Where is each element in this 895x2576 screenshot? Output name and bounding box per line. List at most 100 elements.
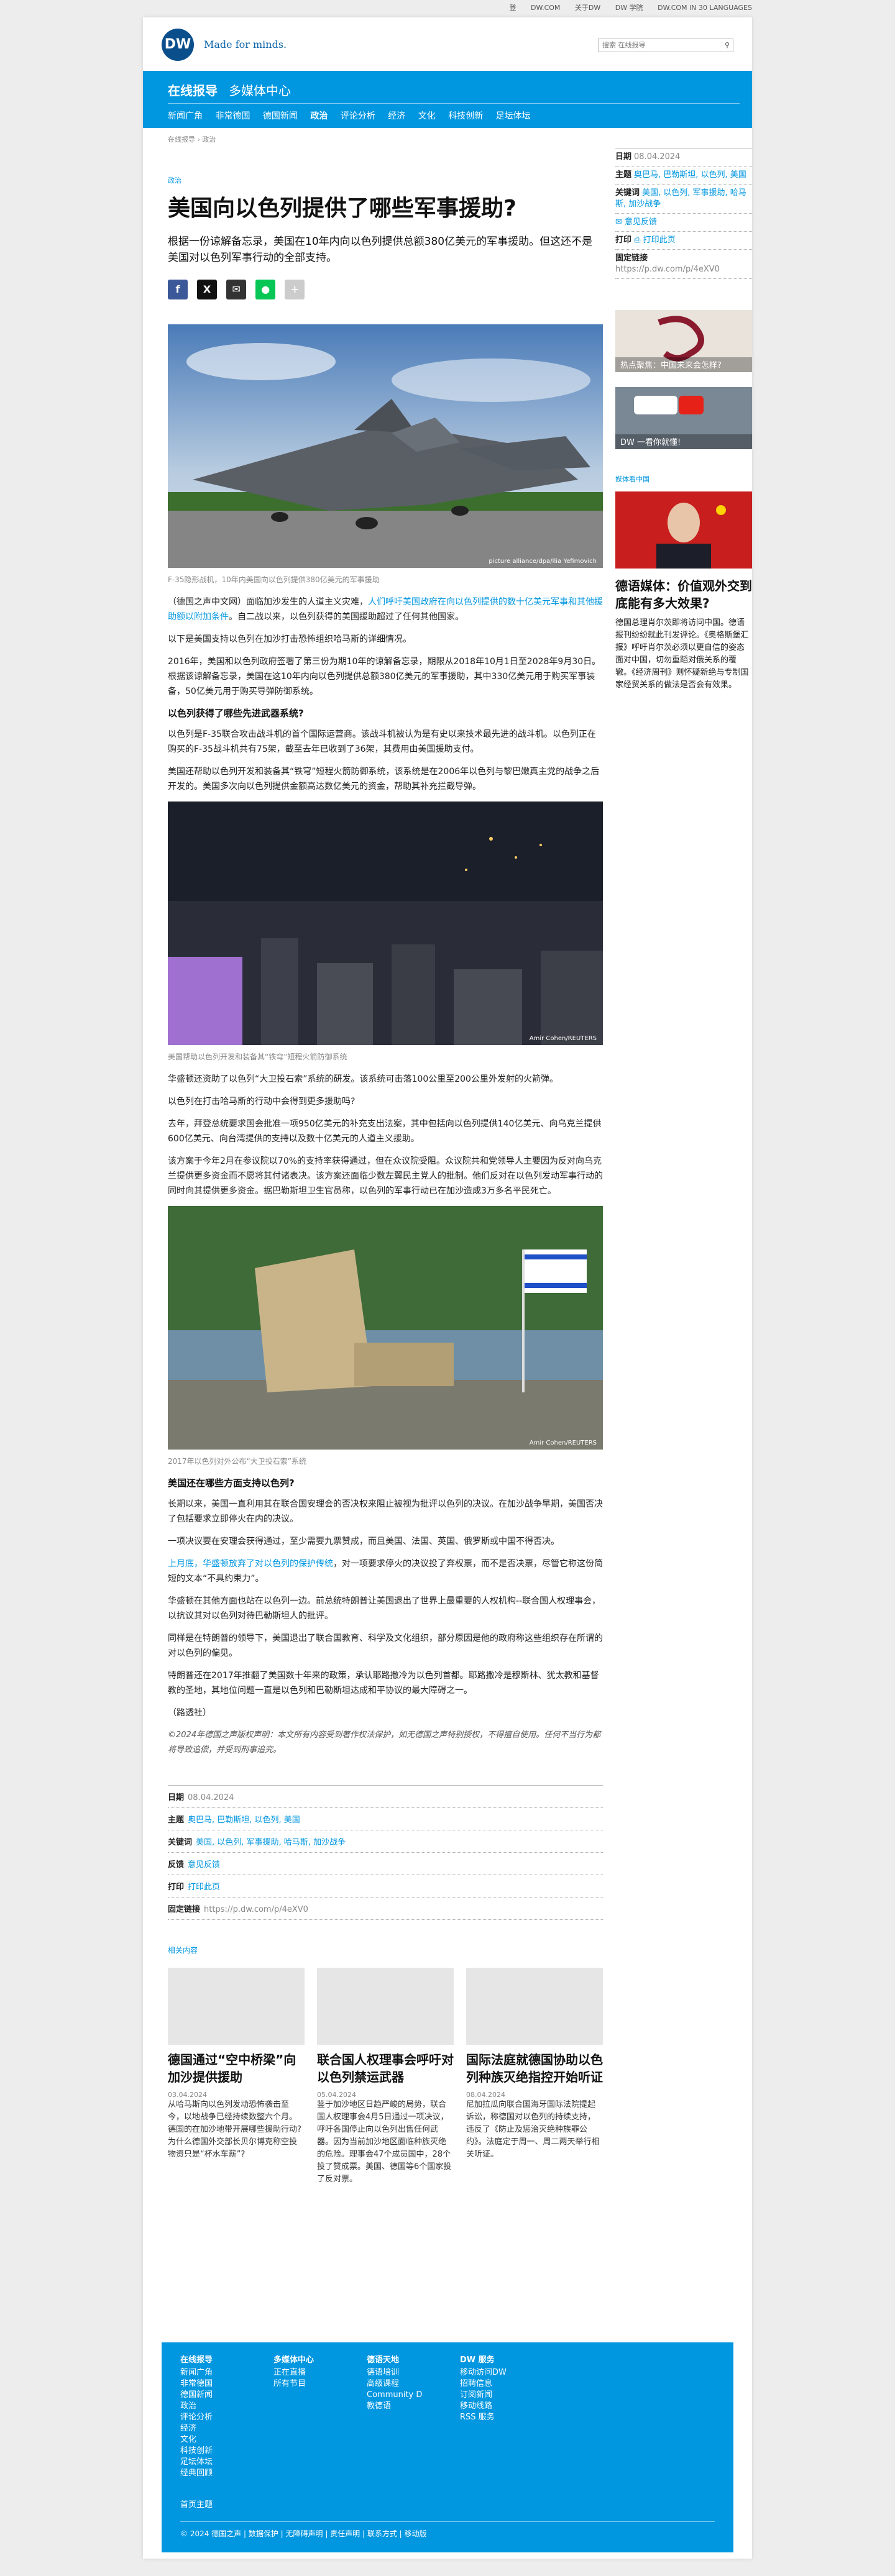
meta-keywords[interactable]: 美国, 以色列, 军事援助, 哈马斯, 加沙战争 [196,1838,346,1847]
about-link[interactable]: 关于DW [575,4,600,12]
dw-logo[interactable]: DW [162,29,194,61]
promo-dw-youtube[interactable]: DW 一看你就懂! [615,387,752,452]
paragraph: 同样是在特朗普的领导下，美国退出了联合国教育、科学及文化组织，部分原因是他的政府… [168,1633,603,1658]
print-icon[interactable]: ⎙ [634,235,640,245]
footer-link[interactable]: 经典回顾 [180,2468,273,2479]
dwcom-link[interactable]: DW.COM [531,4,560,12]
paragraph: 去年，拜登总统要求国会批准一项950亿美元的补充支出法案，其中包括向以色列提供1… [168,1119,602,1144]
footer-link[interactable]: RSS 服务 [460,2412,553,2423]
sidebar-permalink[interactable]: https://p.dw.com/p/4eXV0 [615,265,720,274]
subnav-item[interactable]: 足坛体坛 [496,111,531,121]
footer-link[interactable]: 足坛体坛 [180,2457,273,2468]
promo-china-future[interactable]: 热点聚焦：中国未来会怎样? [615,310,752,375]
languages-link[interactable]: DW.COM IN 30 LANGUAGES [658,4,752,12]
footer-link[interactable]: 所有节目 [273,2378,367,2390]
sidebar-feedback[interactable]: 意见反馈 [625,217,657,227]
subnav-item[interactable]: 文化 [418,111,436,121]
footer-link[interactable]: 高级课程 [367,2378,460,2390]
share-bar: f X ✉ ● + [168,280,603,299]
subnav-item[interactable]: 科技创新 [448,111,483,121]
top-nav: 登 DW.COM 关于DW DW 学院 DW.COM IN 30 LANGUAG… [497,2,753,12]
footer-link[interactable]: 移动访问DW [460,2367,553,2378]
card-title[interactable]: 联合国人权理事会呼吁对以色列禁运武器 [317,2051,454,2086]
footer-link[interactable]: 文化 [180,2434,273,2446]
feedback-icon[interactable]: ✉ [615,217,622,227]
meta-topics[interactable]: 奥巴马, 巴勒斯坦, 以色列, 美国 [188,1816,300,1825]
more-share-icon[interactable]: + [285,280,305,299]
meta-permalink[interactable]: https://p.dw.com/p/4eXV0 [204,1905,308,1914]
paragraph: 华盛顿在其他方面也站在以色列一边。前总统特朗普让美国退出了世界上最重要的人权机构… [168,1596,601,1621]
related-card[interactable]: 德国通过“空中桥梁”向加沙提供援助 03.04.2024 从哈马斯向以色列发动恐… [168,1968,305,2193]
meta-print[interactable]: 打印此页 [188,1883,220,1892]
footer-col: 在线报导 新闻广角 非常德国 德国新闻 政治 评论分析 经济 文化 科技创新 足… [180,2355,273,2479]
subnav-item[interactable]: 新闻广角 [168,111,203,121]
footer-link[interactable]: 评论分析 [180,2412,273,2423]
paragraph: （路透社） [168,1708,211,1718]
inline-link[interactable]: 上月底，华盛顿放弃了对以色列的保护传统 [168,1559,333,1569]
paragraph: 长期以来，美国一直利用其在联合国安理会的否决权来阻止被视为批评以色列的决议。在加… [168,1499,603,1524]
related-card[interactable]: 联合国人权理事会呼吁对以色列禁运武器 05.04.2024 鉴于加沙地区日趋严峻… [317,1968,454,2193]
footer-link[interactable]: 正在直播 [273,2367,367,2378]
footer-link[interactable]: Community D [367,2390,460,2401]
subnav-item[interactable]: 评论分析 [341,111,375,121]
f35-photo: picture alliance/dpa/Ilia Yefimovich [168,324,603,568]
card-title[interactable]: 国际法庭就德国协助以色列种族灭绝指控开始听证 [466,2051,603,2086]
section-title[interactable]: 在线报导 [168,83,218,98]
facebook-icon[interactable]: f [168,280,188,299]
subnav-item[interactable]: 德国新闻 [263,111,298,121]
card-image-placeholder [168,1968,305,2045]
x-icon[interactable]: X [197,280,218,299]
academy-link[interactable]: DW 学院 [615,4,643,12]
paragraph: 以下是美国支持以色列在加沙打击恐怖组织哈马斯的详细情况。 [168,634,411,644]
footer-link[interactable]: 移动线路 [460,2401,553,2412]
footer-col: 德语天地 德语培训 高级课程 Community D 教德语 [367,2355,460,2479]
image-caption: 2017年以色列对外公布“大卫投石索”系统 [168,1457,306,1466]
media-center-link[interactable]: 多媒体中心 [229,83,291,98]
sub-nav: 新闻广角 非常德国 德国新闻 政治 评论分析 经济 文化 科技创新 足坛体坛 [168,109,541,122]
related-card[interactable]: 国际法庭就德国协助以色列种族灭绝指控开始听证 08.04.2024 尼加拉瓜向联… [466,1968,603,2193]
article-kicker[interactable]: 政治 [168,175,603,185]
scholz-photo[interactable] [615,491,752,569]
search-icon[interactable]: ⚲ [725,39,730,52]
footer-home-link[interactable]: 首页主题 [180,2498,213,2510]
paragraph: 一项决议要在安理会获得通过，至少需要九票赞成，而且美国、法国、英国、俄罗斯或中国… [168,1537,559,1546]
paragraph: 华盛顿还资助了以色列“大卫投石索”系统的研发。该系统可击落100公里至200公里… [168,1074,558,1084]
article: 政治 美国向以色列提供了哪些军事援助? 根据一份谅解备忘录，美国在10年内向以色… [168,160,603,2193]
promo-text: DW 一看你就懂! [620,437,681,447]
card-text: 鉴于加沙地区日趋严峻的局势，联合国人权理事会4月5日通过一项决议，呼吁各国停止向… [317,2100,452,2184]
footer-link[interactable]: 德语培训 [367,2367,460,2378]
sidebar-story-title[interactable]: 德语媒体：价值观外交到底能有多大效果? [615,577,752,612]
footer-link[interactable]: 新闻广角 [180,2367,273,2378]
footer-link[interactable]: 政治 [180,2401,273,2412]
article-image-iron-dome: Amir Cohen/REUTERS [168,802,603,1048]
footer-legal[interactable]: © 2024 德国之声 | 数据保护 | 无障碍声明 | 责任声明 | 联系方式… [180,2521,715,2539]
footer-link[interactable]: 非常德国 [180,2378,273,2390]
line-icon[interactable]: ● [255,280,276,299]
login-link[interactable]: 登 [510,4,516,12]
breadcrumb[interactable]: 在线报导 › 政治 [168,134,216,144]
footer-link[interactable]: 德国新闻 [180,2390,273,2401]
footer-link[interactable]: 招聘信息 [460,2378,553,2390]
subnav-item-active[interactable]: 政治 [310,111,328,121]
iron-dome-photo: Amir Cohen/REUTERS [168,802,603,1045]
card-title[interactable]: 德国通过“空中桥梁”向加沙提供援助 [168,2051,305,2086]
davids-sling-photo: Amir Cohen/REUTERS [168,1206,603,1450]
subnav-item[interactable]: 非常德国 [215,111,250,121]
sidebar-print[interactable]: 打印此页 [643,235,676,245]
footer-link[interactable]: 订阅新闻 [460,2390,553,2401]
logo-row: DW Made for minds. 搜索 在线报导 ⚲ [162,29,733,66]
article-lead: 根据一份谅解备忘录，美国在10年内向以色列提供总额380亿美元的军事援助。但这还… [168,235,593,264]
card-image-placeholder [466,1968,603,2045]
footer-link[interactable]: 科技创新 [180,2446,273,2457]
search-input[interactable]: 搜索 在线报导 ⚲ [598,39,733,52]
footer-link[interactable]: 教德语 [367,2401,460,2412]
meta-date: 08.04.2024 [188,1793,234,1802]
sidebar-topics[interactable]: 奥巴马, 巴勒斯坦, 以色列, 美国 [634,170,746,180]
footer-link[interactable]: 经济 [180,2423,273,2434]
image-credit: Amir Cohen/REUTERS [530,1440,597,1446]
email-icon[interactable]: ✉ [226,280,247,299]
meta-feedback[interactable]: 意见反馈 [188,1860,220,1870]
copyright-note: ©2024年德国之声版权声明：本文所有内容受到著作权法保护，如无德国之声特别授权… [168,1730,601,1755]
image-credit: picture alliance/dpa/Ilia Yefimovich [489,558,597,565]
subnav-item[interactable]: 经济 [388,111,405,121]
